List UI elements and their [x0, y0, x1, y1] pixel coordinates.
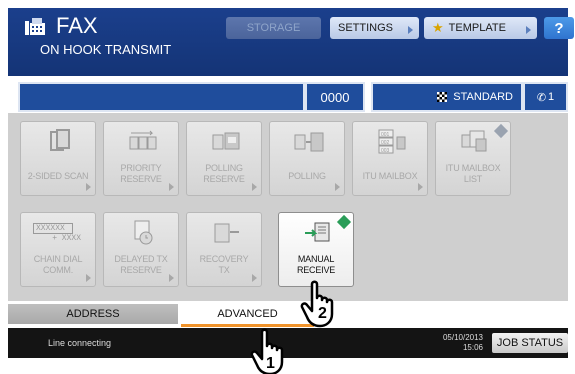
- two-sided-scan-button[interactable]: 2-SIDED SCAN: [20, 121, 96, 196]
- chevron-right-icon: [169, 183, 174, 191]
- resolution-label: STANDARD: [453, 91, 513, 103]
- itu-code: 003: [381, 148, 390, 154]
- chevron-right-icon: [169, 274, 174, 282]
- function-label: RECOVERY TX: [199, 254, 249, 275]
- storage-label: STORAGE: [246, 22, 301, 34]
- callout-number: 1: [266, 355, 275, 372]
- function-label: CHAIN DIAL COMM.: [33, 254, 83, 275]
- chevron-right-icon: [418, 183, 423, 191]
- function-label: PRIORITY RESERVE: [120, 163, 162, 184]
- chevron-right-icon: [86, 183, 91, 191]
- destination-status-row: 0000 STANDARD ✆ 1: [8, 82, 568, 112]
- chevron-right-icon: [526, 26, 531, 34]
- phone-icon: ✆: [536, 91, 547, 104]
- itu-mailbox-list-icon: [461, 130, 487, 152]
- chain-dial-comm-button[interactable]: XXXXXX + XXXX CHAIN DIAL COMM.: [20, 212, 96, 287]
- chain-dial-icon: XXXXXX + XXXX: [33, 223, 85, 245]
- diamond-icon: [493, 123, 509, 139]
- pointer-hand-icon: 1: [250, 328, 284, 374]
- function-label: ITU MAILBOX LIST: [445, 163, 501, 184]
- star-icon: ★: [432, 20, 444, 35]
- template-button[interactable]: ★ TEMPLATE: [424, 17, 537, 39]
- polling-button[interactable]: POLLING: [269, 121, 345, 196]
- help-button[interactable]: ?: [544, 17, 574, 39]
- polling-reserve-icon: [212, 132, 240, 150]
- itu-mailbox-button[interactable]: 001 002 003 ITU MAILBOX: [352, 121, 428, 196]
- function-label: ITU MAILBOX: [362, 171, 418, 181]
- manual-receive-icon: [305, 222, 330, 242]
- destination-field[interactable]: [18, 82, 305, 112]
- function-label: DELAYED TX RESERVE: [114, 254, 168, 275]
- advanced-function-panel: 2-SIDED SCAN PRIORITY RESERVE POLLING RE…: [8, 113, 568, 301]
- recovery-tx-icon: [214, 223, 239, 243]
- header-bar: FAX ON HOOK TRANSMIT STORAGE SETTINGS ★ …: [8, 8, 574, 76]
- callout-number: 2: [318, 305, 327, 322]
- itu-code: 002: [381, 140, 390, 146]
- function-label: MANUAL RECEIVE: [296, 254, 336, 275]
- time: 15:06: [462, 343, 483, 352]
- status-message: Line connecting: [48, 338, 112, 348]
- template-label: TEMPLATE: [448, 22, 506, 34]
- fax-screen: FAX ON HOOK TRANSMIT STORAGE SETTINGS ★ …: [0, 0, 575, 374]
- priority-reserve-icon: [129, 130, 157, 150]
- chevron-right-icon: [252, 274, 257, 282]
- settings-button[interactable]: SETTINGS: [330, 17, 419, 39]
- settings-label: SETTINGS: [338, 22, 394, 34]
- storage-button[interactable]: STORAGE: [226, 17, 321, 39]
- chevron-right-icon: [252, 183, 257, 191]
- app-title: FAX: [56, 13, 98, 38]
- function-label: POLLING: [288, 171, 326, 181]
- resolution-button[interactable]: STANDARD: [371, 82, 523, 112]
- chain-dial-glyph-top: XXXXXX: [33, 223, 73, 234]
- chevron-right-icon: [86, 274, 91, 282]
- date: 05/10/2013: [442, 333, 483, 342]
- pointer-hand-icon: 2: [300, 280, 334, 328]
- polling-reserve-button[interactable]: POLLING RESERVE: [186, 121, 262, 196]
- priority-reserve-button[interactable]: PRIORITY RESERVE: [103, 121, 179, 196]
- tab-address[interactable]: ADDRESS: [8, 304, 178, 324]
- chevron-right-icon: [408, 26, 413, 34]
- mode-title: ON HOOK TRANSMIT: [40, 42, 172, 57]
- itu-mailbox-list-button[interactable]: ITU MAILBOX LIST: [435, 121, 511, 196]
- line-selector[interactable]: ✆ 1: [523, 82, 568, 112]
- tab-advanced[interactable]: ADVANCED: [181, 304, 314, 327]
- fax-icon: [25, 18, 45, 35]
- itu-code: 001: [381, 132, 390, 138]
- diamond-icon: [336, 214, 352, 230]
- polling-icon: [294, 132, 324, 152]
- resolution-icon: [437, 92, 448, 102]
- delayed-tx-reserve-button[interactable]: DELAYED TX RESERVE: [103, 212, 179, 287]
- job-status-button[interactable]: JOB STATUS: [492, 333, 568, 353]
- recovery-tx-button[interactable]: RECOVERY TX: [186, 212, 262, 287]
- function-label: 2-SIDED SCAN: [27, 171, 89, 181]
- manual-receive-button[interactable]: MANUAL RECEIVE: [278, 212, 354, 287]
- date-time: 05/10/2013 15:06: [423, 333, 483, 353]
- destination-count: 0000: [305, 82, 365, 112]
- delayed-tx-icon: [134, 220, 153, 245]
- function-label: POLLING RESERVE: [203, 163, 245, 184]
- line-number: 1: [548, 91, 555, 103]
- chain-dial-glyph-bottom: + XXXX: [52, 234, 81, 243]
- chevron-right-icon: [335, 183, 340, 191]
- two-sided-scan-icon: [50, 129, 70, 151]
- itu-mailbox-icon: 001 002 003: [378, 129, 406, 154]
